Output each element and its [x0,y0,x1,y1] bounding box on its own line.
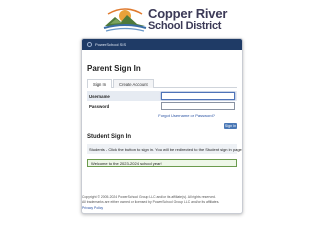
username-input[interactable] [161,92,235,100]
student-signin-row: Students - Click the button to sign in. … [87,144,242,154]
parent-signin-heading: Parent Sign In [87,64,141,73]
tab-sign-in[interactable]: Sign In [87,79,113,88]
password-label: Password [89,103,110,109]
sign-in-button[interactable]: Sign In [224,123,237,129]
logo-title-line1: Copper River [148,6,228,21]
privacy-policy-link[interactable]: Privacy Policy [82,206,242,211]
welcome-banner: Welcome to the 2023-2024 school year! [87,159,237,167]
powerschool-header: PowerSchool SIS [82,39,242,50]
username-row: Username [87,91,237,101]
mountains-sun-logo-icon [103,8,147,32]
footer: Copyright © 2005-2024 PowerSchool Group … [82,195,242,211]
signin-tabs: Sign In Create Account [87,79,237,88]
powerschool-title: PowerSchool SIS [95,42,127,47]
district-logo: Copper River School District [102,4,242,34]
signin-panel: PowerSchool SIS Parent Sign In Sign In C… [81,38,243,214]
password-row: Password [87,101,237,111]
forgot-credentials-link[interactable]: Forgot Username or Password? [87,113,237,118]
trademark-text: All trademarks are either owned or licen… [82,199,220,204]
student-signin-heading: Student Sign In [87,134,131,140]
password-input[interactable] [161,102,235,110]
username-label: Username [89,93,110,99]
logo-title-line2: School District [148,20,222,32]
student-signin-text: Students - Click the button to sign in. … [89,146,243,152]
tab-create-account[interactable]: Create Account [113,79,154,88]
powerschool-icon [87,42,92,47]
